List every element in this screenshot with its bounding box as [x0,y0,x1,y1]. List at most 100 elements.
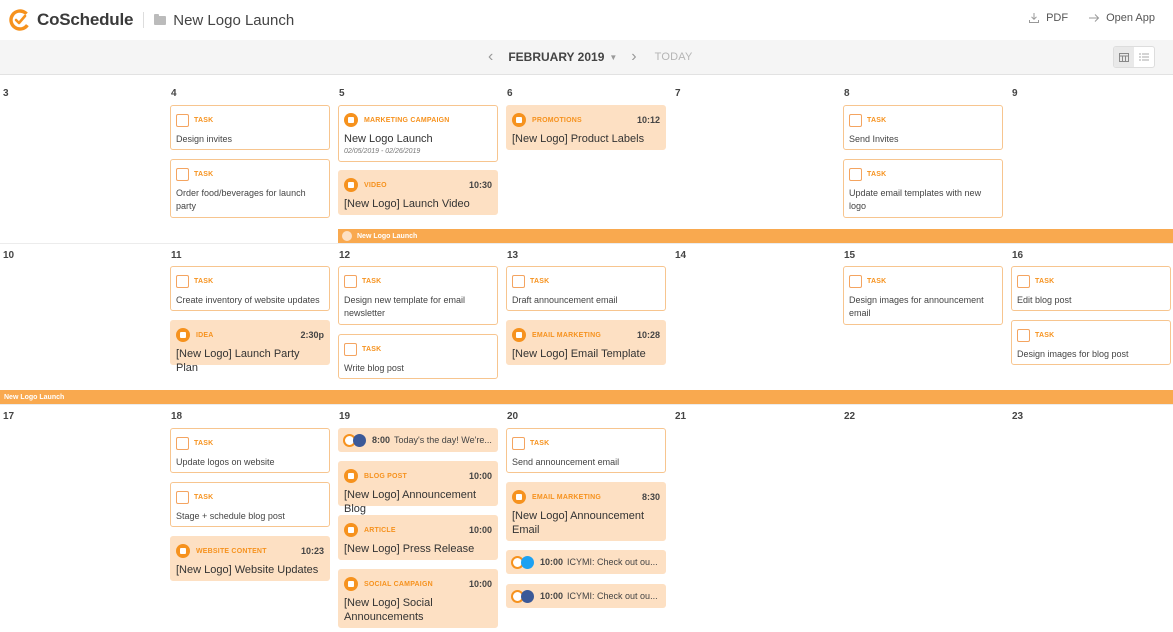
campaign-band[interactable]: New Logo Launch [0,390,1173,404]
caret-down-icon[interactable]: ▼ [609,53,617,62]
card-title: Update logos on website [176,457,275,467]
month-bar: ‹ FEBRUARY 2019 ▼ › TODAY [0,40,1173,75]
day-number: 23 [1012,411,1024,422]
card-title: Stage + schedule blog post [176,511,285,521]
task-card[interactable]: TASK Stage + schedule blog post [170,482,330,527]
day-number: 14 [675,250,687,261]
card-type: TASK [530,439,550,447]
campaign-band-label: New Logo Launch [4,393,65,401]
email-icon [512,490,526,504]
card-title: [New Logo] Website Updates [176,564,319,576]
card-title: Order food/beverages for launch party [176,188,306,211]
card-title: [New Logo] Launch Party Plan [176,348,300,374]
task-checkbox[interactable] [176,113,189,127]
day-number: 8 [844,88,850,99]
task-checkbox[interactable] [1017,328,1030,342]
task-card[interactable]: TASK Draft announcement email [506,266,666,311]
card-time: 8:30 [641,492,660,502]
brand[interactable]: CoSchedule New Logo Launch [9,9,294,31]
task-checkbox[interactable] [512,436,525,450]
task-card[interactable]: TASK Update email templates with new log… [843,159,1003,218]
content-card[interactable]: BLOG POST 10:00 [New Logo] Announcement B… [338,461,498,515]
card-type: EMAIL MARKETING [532,331,601,339]
campaign-card[interactable]: MARKETING CAMPAIGN New Logo Launch 02/05… [338,105,498,162]
task-card[interactable]: TASK Update logos on website [170,428,330,473]
day-number: 20 [507,411,519,422]
card-title: [New Logo] Product Labels [512,133,645,145]
task-card[interactable]: TASK Create inventory of website updates [170,266,330,311]
content-card[interactable]: PROMOTIONS 10:12 [New Logo] Product Label… [506,105,666,150]
day-number: 4 [171,88,177,99]
card-title: [New Logo] Announcement Blog [344,489,477,515]
card-time: 10:00 [468,471,492,481]
task-checkbox[interactable] [176,436,189,450]
chevron-left-icon[interactable]: ‹ [488,49,493,65]
open-app-button[interactable]: Open App [1088,12,1155,24]
content-card[interactable]: EMAIL MARKETING 10:28 [New Logo] Email Te… [506,320,666,365]
task-checkbox[interactable] [344,342,357,356]
task-card[interactable]: TASK Edit blog post [1011,266,1171,311]
content-card[interactable]: SOCIAL CAMPAIGN 10:00 [New Logo] Social A… [338,569,498,628]
today-button[interactable]: TODAY [655,51,693,63]
day-number: 3 [3,88,9,99]
campaign-band[interactable]: New Logo Launch [338,229,1173,243]
task-checkbox[interactable] [176,490,189,504]
card-type: TASK [362,277,382,285]
day-number: 7 [675,88,681,99]
task-card[interactable]: TASK Design images for blog post [1011,320,1171,365]
day-number: 11 [171,250,182,261]
task-checkbox[interactable] [1017,274,1030,288]
social-post[interactable]: 8:00 Today's the day! We're... [338,428,498,452]
task-checkbox[interactable] [176,167,189,181]
task-card[interactable]: TASK Design images for announcement emai… [843,266,1003,325]
monitor-icon [176,544,190,558]
content-card[interactable]: IDEA 2:30p [New Logo] Launch Party Plan [170,320,330,374]
content-card[interactable]: VIDEO 10:30 [New Logo] Launch Video [338,170,498,215]
card-type: TASK [194,493,214,501]
card-title: [New Logo] Launch Video [344,198,470,210]
task-card[interactable]: TASK Send Invites [843,105,1003,150]
card-title: Design images for blog post [1017,349,1129,359]
arrow-right-icon [1089,14,1100,22]
content-card[interactable]: ARTICLE 10:00 [New Logo] Press Release [338,515,498,560]
month-selector[interactable]: FEBRUARY 2019 [508,50,604,64]
content-card[interactable]: EMAIL MARKETING 8:30 [New Logo] Announcem… [506,482,666,541]
day-number: 17 [3,411,15,422]
task-card[interactable]: TASK Write blog post [338,334,498,379]
task-checkbox[interactable] [849,167,862,181]
card-type: IDEA [196,331,214,339]
task-checkbox[interactable] [849,113,862,127]
task-card[interactable]: TASK Design new template for email newsl… [338,266,498,325]
card-type: PROMOTIONS [532,116,582,124]
card-type: EMAIL MARKETING [532,493,601,501]
card-title: Send announcement email [512,457,620,467]
card-title: Design invites [176,134,233,144]
calendar-view-icon[interactable] [1114,47,1134,67]
task-card[interactable]: TASK Order food/beverages for launch par… [170,159,330,218]
week-divider [0,404,1173,405]
task-checkbox[interactable] [849,274,862,288]
card-type: TASK [362,345,382,353]
rss-icon [344,469,358,483]
task-card[interactable]: TASK Send announcement email [506,428,666,473]
card-time: 10:23 [300,546,324,556]
task-checkbox[interactable] [176,274,189,288]
chevron-right-icon[interactable]: › [631,49,636,65]
card-time: 10:28 [636,330,660,340]
facebook-icon [521,589,534,603]
social-post[interactable]: 10:00 ICYMI: Check out ou... [506,584,666,608]
content-card[interactable]: WEBSITE CONTENT 10:23 [New Logo] Website … [170,536,330,581]
list-view-icon[interactable] [1134,47,1154,67]
pdf-button[interactable]: PDF [1028,12,1068,24]
task-checkbox[interactable] [512,274,525,288]
day-number: 5 [339,88,345,99]
task-card[interactable]: TASK Design invites [170,105,330,150]
day-number: 9 [1012,88,1018,99]
task-checkbox[interactable] [344,274,357,288]
card-type: TASK [867,277,887,285]
day-number: 16 [1012,250,1024,261]
social-post[interactable]: 10:00 ICYMI: Check out ou... [506,550,666,574]
card-time: 10:00 [468,525,492,535]
top-actions: PDF Open App [1008,12,1155,24]
card-title: Send Invites [849,134,899,144]
